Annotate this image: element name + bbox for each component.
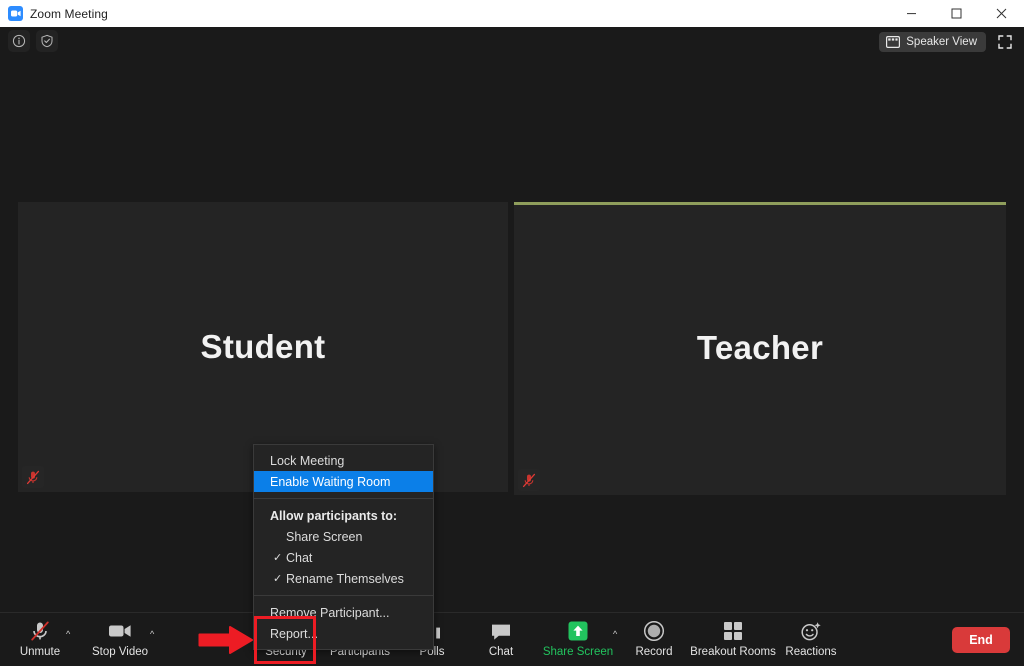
- title-bar: Zoom Meeting: [0, 0, 1024, 28]
- participant-name: Teacher: [696, 329, 824, 366]
- menu-item-label: Lock Meeting: [270, 453, 345, 468]
- chevron-up-icon-share[interactable]: ^: [613, 629, 617, 639]
- menu-item-chat[interactable]: ✓ Chat: [254, 547, 433, 568]
- participant-name: Student: [200, 328, 326, 365]
- meeting-stage: Speaker View Student Teacher Lock Meetin…: [0, 27, 1024, 650]
- toolbar-button-share-screen[interactable]: Share Screen: [542, 619, 614, 658]
- meeting-toolbar: Unmute ^ Stop Video ^ Security Participa…: [0, 612, 1024, 666]
- close-icon[interactable]: [979, 0, 1024, 27]
- video-camera-icon: [108, 619, 132, 643]
- reactions-smiley-icon: [800, 619, 822, 643]
- fullscreen-icon[interactable]: [994, 31, 1016, 53]
- microphone-muted-icon: [518, 469, 540, 491]
- menu-item-lock-meeting[interactable]: Lock Meeting: [254, 450, 433, 471]
- toolbar-button-chat[interactable]: Chat: [469, 619, 533, 658]
- grid-view-icon: [886, 36, 901, 48]
- zoom-camera-icon: [8, 6, 23, 21]
- toolbar-label: Unmute: [19, 646, 61, 658]
- menu-item-label: Chat: [286, 550, 313, 565]
- menu-separator: [254, 498, 433, 499]
- window-title: Zoom Meeting: [30, 6, 108, 21]
- breakout-rooms-icon: [723, 619, 743, 643]
- menu-separator: [254, 595, 433, 596]
- speaker-view-button[interactable]: Speaker View: [879, 32, 986, 52]
- chevron-up-icon-audio[interactable]: ^: [66, 629, 70, 639]
- zoom-meeting-window: Zoom Meeting Speaker View Student Teache…: [0, 0, 1024, 666]
- toolbar-button-reactions[interactable]: Reactions: [771, 619, 851, 658]
- toolbar-label: Share Screen: [542, 646, 614, 658]
- info-icon[interactable]: [8, 30, 30, 52]
- view-controls: Speaker View: [879, 31, 1016, 53]
- microphone-muted-icon: [29, 619, 51, 643]
- menu-item-label: Rename Themselves: [286, 571, 404, 586]
- security-dropdown-menu[interactable]: Lock Meeting Enable Waiting Room Allow p…: [253, 444, 434, 650]
- end-meeting-button[interactable]: End: [952, 627, 1010, 653]
- check-icon: ✓: [273, 573, 283, 585]
- toolbar-button-unmute[interactable]: Unmute: [8, 619, 72, 658]
- menu-item-label: Report...: [270, 626, 318, 641]
- microphone-muted-icon: [22, 466, 44, 488]
- toolbar-button-stop-video[interactable]: Stop Video: [88, 619, 152, 658]
- window-controls: [889, 0, 1024, 27]
- share-screen-icon: [567, 619, 589, 643]
- toolbar-button-breakout-rooms[interactable]: Breakout Rooms: [683, 619, 783, 658]
- minimize-icon[interactable]: [889, 0, 934, 27]
- chevron-up-icon-video[interactable]: ^: [150, 629, 154, 639]
- maximize-icon[interactable]: [934, 0, 979, 27]
- toolbar-label: Breakout Rooms: [690, 646, 776, 658]
- video-tile-teacher[interactable]: Teacher: [514, 202, 1006, 495]
- menu-section-header: Allow participants to:: [270, 508, 398, 523]
- menu-item-enable-waiting-room[interactable]: Enable Waiting Room: [254, 471, 433, 492]
- menu-item-remove-participant[interactable]: Remove Participant...: [254, 602, 433, 623]
- speaker-view-label: Speaker View: [906, 36, 977, 48]
- menu-item-label: Enable Waiting Room: [270, 474, 391, 489]
- title-bar-left: Zoom Meeting: [0, 6, 108, 21]
- menu-item-label: Remove Participant...: [270, 605, 390, 620]
- chat-bubble-icon: [490, 619, 512, 643]
- meeting-info-controls: [8, 30, 58, 52]
- shield-check-icon[interactable]: [36, 30, 58, 52]
- check-icon: ✓: [273, 552, 283, 564]
- toolbar-label: Stop Video: [91, 646, 149, 658]
- toolbar-button-record[interactable]: Record: [622, 619, 686, 658]
- toolbar-label: Record: [635, 646, 673, 658]
- menu-item-share-screen[interactable]: Share Screen: [254, 526, 433, 547]
- menu-item-rename-themselves[interactable]: ✓ Rename Themselves: [254, 568, 433, 589]
- toolbar-label: Reactions: [785, 646, 837, 658]
- menu-item-label: Share Screen: [286, 529, 363, 544]
- menu-item-report[interactable]: Report...: [254, 623, 433, 644]
- record-circle-icon: [643, 619, 665, 643]
- toolbar-label: Chat: [488, 646, 514, 658]
